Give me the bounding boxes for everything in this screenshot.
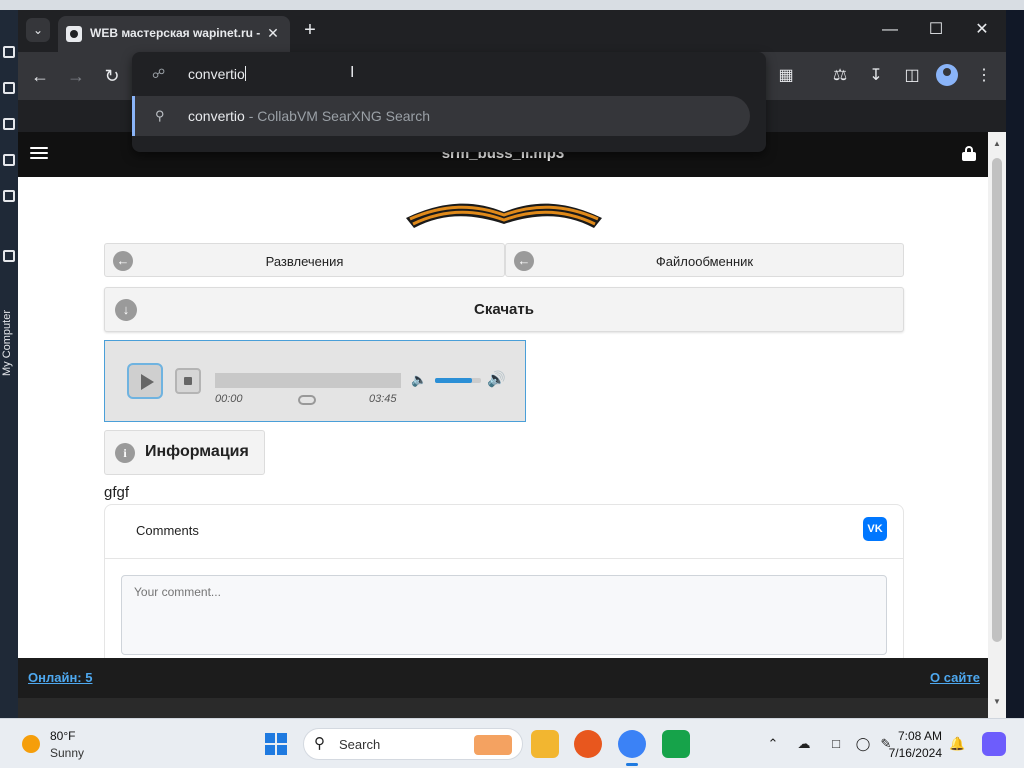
suggestion-query: convertio — [188, 108, 245, 124]
suggestion-text: convertio - CollabVM SearXNG Search — [188, 108, 430, 124]
omnibox-query-text: convertio — [188, 66, 245, 82]
site-favicon-icon — [66, 26, 82, 42]
download-icon[interactable]: ↧ — [864, 64, 888, 88]
desktop-left-panel: My Computer — [0, 10, 18, 718]
close-tab-icon[interactable]: ✕ — [264, 24, 282, 42]
info-button[interactable]: i Информация — [104, 430, 265, 475]
display-icon[interactable]: □ — [828, 736, 844, 752]
stop-button[interactable] — [175, 368, 201, 394]
search-highlight-icon — [474, 735, 512, 755]
maximize-icon[interactable]: ☐ — [922, 18, 950, 42]
text-caret — [244, 66, 246, 81]
more-menu-icon[interactable]: ⋮ — [972, 64, 996, 88]
my-computer-label[interactable]: My Computer — [1, 310, 13, 376]
duration: 03:45 — [369, 393, 397, 405]
extensions-icon[interactable]: ▦ — [774, 64, 798, 88]
suggestion-engine: - CollabVM SearXNG Search — [244, 108, 430, 124]
tab-bar: ⌄ WEB мастерская wapinet.ru - ✕ + — ☐ ✕ — [18, 10, 1006, 52]
weather-condition[interactable]: Sunny — [50, 746, 84, 760]
online-count-link[interactable]: Онлайн: 5 — [28, 670, 92, 685]
taskbar-search[interactable]: ⚲ Search — [303, 728, 523, 760]
comment-input[interactable] — [121, 575, 887, 655]
comments-header: Comments VK — [105, 505, 903, 559]
browser-window: ⌄ WEB мастерская wapinet.ru - ✕ + — ☐ ✕ … — [18, 10, 1006, 718]
side-panel-icon[interactable]: ◫ — [900, 64, 924, 88]
desktop-app-icon[interactable] — [3, 190, 15, 202]
nav-back-file-sharing[interactable]: ← Файлообменник — [505, 243, 904, 277]
clock-date[interactable]: 7/16/2024 — [870, 746, 942, 760]
scroll-down-icon[interactable]: ▼ — [993, 698, 1001, 706]
volume-max-icon[interactable]: 🔊 — [487, 372, 506, 388]
nav-back-entertainment[interactable]: ← Развлечения — [104, 243, 505, 277]
search-label: Search — [339, 737, 381, 752]
lock-icon[interactable] — [962, 146, 976, 161]
volume-slider[interactable] — [435, 378, 481, 383]
text-cursor-icon: I — [350, 64, 355, 81]
volume-level — [435, 378, 472, 383]
scroll-up-icon[interactable]: ▲ — [993, 140, 1001, 148]
nav-label: Развлечения — [265, 254, 344, 269]
profile-avatar-icon[interactable] — [936, 64, 958, 86]
desktop-top-strip — [0, 0, 1024, 10]
tab-active[interactable]: WEB мастерская wapinet.ru - ✕ — [58, 16, 290, 52]
taskbar: 80°F Sunny ⚲ Search ⌃ ☁ □ ◯ ✎ 7:08 AM 7/… — [0, 718, 1024, 768]
about-link[interactable]: О сайте — [930, 670, 980, 685]
desktop-right-panel — [1006, 10, 1024, 718]
st-george-ribbon-logo — [406, 203, 602, 228]
omnibox-site-icon: ☍ — [152, 66, 166, 81]
audio-player: 00:00 03:45 🔈 🔊 — [104, 340, 526, 422]
network-offline-icon[interactable]: ☁ — [796, 736, 812, 752]
reload-icon[interactable]: ↻ — [100, 64, 124, 88]
tab-title: WEB мастерская wapinet.ru - — [90, 26, 260, 40]
current-time: 00:00 — [215, 393, 243, 405]
tab-search-button[interactable]: ⌄ — [26, 18, 50, 42]
sun-weather-icon[interactable] — [22, 735, 40, 753]
tray-chevron-up-icon[interactable]: ⌃ — [765, 736, 781, 752]
notification-bell-icon[interactable]: 🔔 — [949, 736, 965, 752]
weather-temp[interactable]: 80°F — [50, 729, 75, 743]
seek-bar[interactable] — [215, 373, 401, 388]
start-windows-icon[interactable] — [265, 733, 287, 755]
chrome-icon[interactable] — [618, 730, 646, 766]
omnibox-dropdown: ☍ convertio I ⚲ convertio - CollabVM Sea… — [132, 52, 766, 152]
copilot-icon[interactable] — [982, 732, 1006, 756]
scrollbar-thumb[interactable] — [992, 158, 1002, 642]
firefox-icon[interactable] — [574, 730, 602, 758]
info-icon: i — [115, 443, 135, 463]
clock-time[interactable]: 7:08 AM — [870, 729, 942, 743]
info-label: Информация — [145, 443, 249, 460]
download-label: Скачать — [474, 301, 534, 318]
omnibox-input[interactable]: convertio — [188, 66, 246, 82]
labs-flask-icon[interactable]: ⚖ — [828, 64, 852, 88]
file-description: gfgf — [104, 484, 130, 501]
site-footer: Онлайн: 5 О сайте — [18, 658, 988, 698]
minimize-icon[interactable]: — — [876, 18, 904, 42]
desktop-app-icon[interactable] — [3, 46, 15, 58]
omnibox-suggestion[interactable]: ⚲ convertio - CollabVM SearXNG Search — [132, 96, 750, 136]
download-button[interactable]: ↓ Скачать — [104, 287, 904, 332]
loop-icon[interactable] — [298, 395, 316, 405]
desktop-app-icon[interactable] — [3, 250, 15, 262]
back-icon[interactable]: ← — [28, 64, 52, 88]
play-button[interactable] — [127, 363, 163, 399]
comments-title: Comments — [136, 523, 199, 538]
desktop-app-icon[interactable] — [3, 154, 15, 166]
comments-widget: Comments VK — [104, 504, 904, 658]
desktop-app-icon[interactable] — [3, 118, 15, 130]
search-icon: ⚲ — [155, 108, 165, 123]
collabvm-app-icon[interactable] — [662, 730, 690, 758]
page-bottom-strip — [18, 698, 988, 718]
nav-label: Файлообменник — [655, 254, 754, 269]
accessibility-icon[interactable]: ◯ — [855, 736, 871, 752]
forward-icon[interactable]: → — [64, 64, 88, 88]
search-icon: ⚲ — [314, 735, 325, 752]
mute-icon[interactable]: 🔈 — [411, 373, 427, 387]
web-page: srm_buss_ii.mp3 ← Развлечения ← Файлообм… — [18, 132, 988, 658]
new-tab-button[interactable]: + — [300, 20, 320, 40]
vk-logo-icon[interactable]: VK — [863, 517, 887, 541]
page-scrollbar[interactable]: ▲ ▼ — [988, 132, 1006, 718]
file-explorer-icon[interactable] — [531, 730, 559, 758]
close-window-icon[interactable]: ✕ — [968, 18, 996, 42]
desktop-app-icon[interactable] — [3, 82, 15, 94]
